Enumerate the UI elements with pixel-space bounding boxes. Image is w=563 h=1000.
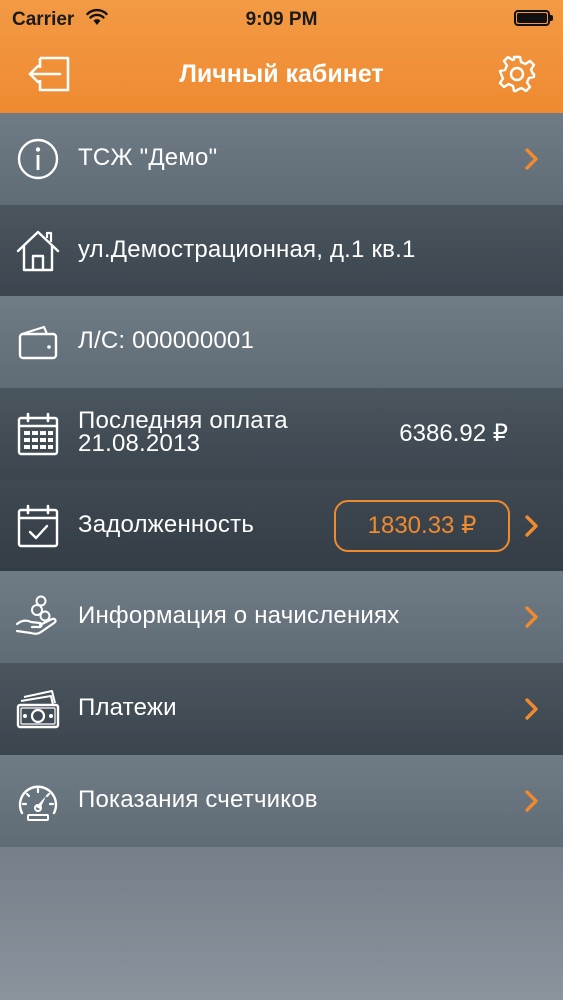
info-icon — [17, 138, 59, 180]
menu-item-label: Показания счетчиков — [78, 785, 318, 813]
last-payment-amount: 6386.92 ₽ — [399, 420, 508, 448]
menu-item-label: Л/С: 000000001 — [78, 327, 255, 355]
menu-list: ТСЖ "Демо" ул.Демострационная, д.1 кв.1 … — [0, 113, 563, 847]
menu-item-last-payment: Последняя оплата 21.08.2013 6386.92 ₽ — [0, 388, 563, 480]
debt-amount-badge: 1830.33 ₽ — [334, 499, 510, 552]
chevron-right-icon — [525, 148, 538, 170]
menu-item-label: Платежи — [78, 694, 177, 722]
menu-item-payments[interactable]: Платежи — [0, 663, 563, 755]
status-bar: Carrier 9:09 PM — [0, 0, 563, 40]
menu-item-label: Информация о начислениях — [78, 602, 400, 630]
house-icon — [16, 230, 60, 271]
menu-item-debt[interactable]: Задолженность 1830.33 ₽ — [0, 479, 563, 572]
chevron-right-icon — [525, 790, 538, 812]
last-payment-date: 21.08.2013 — [78, 430, 201, 458]
menu-item-account: Л/С: 000000001 — [0, 296, 563, 389]
chevron-right-icon — [525, 515, 538, 537]
chevron-right-icon — [525, 698, 538, 720]
gear-icon — [498, 55, 536, 93]
gauge-icon — [18, 785, 58, 821]
coins-hand-icon — [15, 595, 57, 636]
status-time: 9:09 PM — [245, 9, 318, 30]
menu-item-label: Последняя оплата 21.08.2013 — [78, 407, 288, 458]
menu-item-label: ул.Демострационная, д.1 кв.1 — [78, 235, 416, 263]
menu-item-label: ТСЖ "Демо" — [78, 144, 218, 171]
calendar-icon — [17, 412, 59, 456]
menu-item-meter-readings[interactable]: Показания счетчиков — [0, 754, 563, 847]
nav-bar: Личный кабинет — [0, 40, 563, 113]
menu-item-label: Задолженность — [78, 510, 255, 538]
page-title: Личный кабинет — [179, 60, 384, 88]
screen: Carrier 9:09 PM Личный кабинет ТСЖ "Демо… — [0, 0, 563, 1000]
menu-item-address: ул.Демострационная, д.1 кв.1 — [0, 204, 563, 297]
money-icon — [16, 690, 60, 729]
last-payment-title: Последняя оплата — [78, 407, 288, 435]
header: Carrier 9:09 PM Личный кабинет — [0, 0, 563, 113]
battery-icon — [514, 10, 553, 26]
settings-button[interactable] — [497, 54, 537, 94]
menu-item-charges-info[interactable]: Информация о начислениях — [0, 571, 563, 664]
menu-item-organization[interactable]: ТСЖ "Демо" — [0, 113, 563, 205]
wallet-icon — [18, 326, 58, 360]
calendar-check-icon — [17, 504, 59, 547]
chevron-right-icon — [525, 606, 538, 629]
